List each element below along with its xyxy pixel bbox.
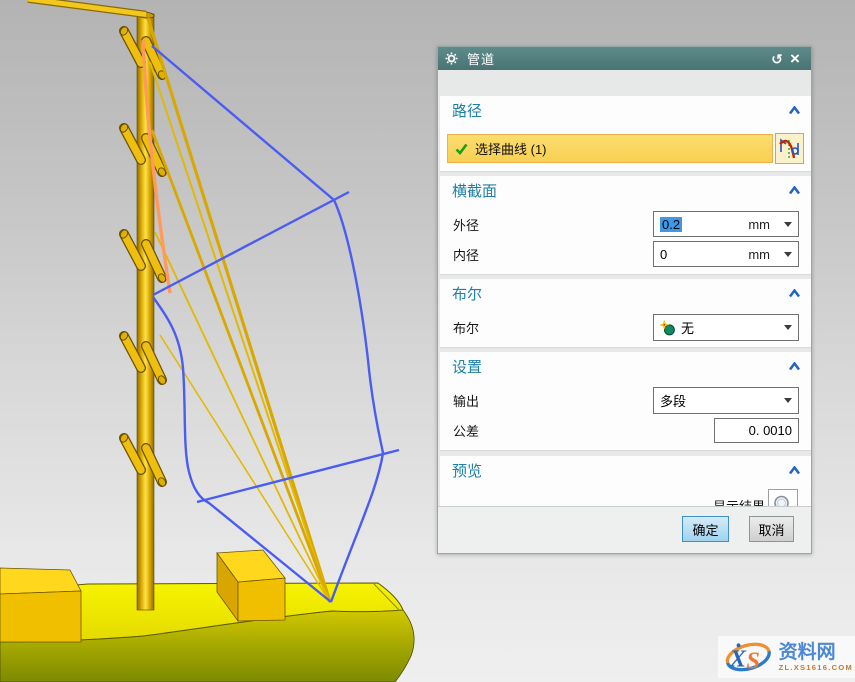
dialog-body: 路径 选择曲线 (1) [438, 70, 811, 505]
section-title: 路径 [452, 100, 482, 121]
section-path: 路径 选择曲线 (1) [440, 96, 811, 172]
yard-spar [28, 0, 146, 15]
tolerance-label: 公差 [453, 418, 479, 443]
section-path-header[interactable]: 路径 [452, 100, 801, 120]
output-row: 输出 多段 [440, 387, 811, 414]
outer-diameter-row: 外径 0.2 mm [440, 211, 811, 237]
curve-rule-icon [778, 136, 801, 161]
section-cross-section-header[interactable]: 横截面 [452, 180, 801, 200]
output-label: 输出 [453, 387, 479, 414]
inner-diameter-label: 内径 [453, 241, 479, 267]
select-curve-row[interactable]: 选择曲线 (1) [447, 134, 773, 163]
watermark-text: 资料网 ZL.XS1616.COM [779, 643, 853, 672]
boolean-dropdown[interactable]: 无 [653, 314, 799, 341]
boolean-row: 布尔 无 [440, 314, 811, 341]
svg-text:X: X [729, 646, 747, 673]
section-boolean-header[interactable]: 布尔 [452, 283, 801, 303]
select-curve-label: 选择曲线 (1) [475, 139, 547, 158]
outer-diameter-unit: mm [748, 217, 770, 232]
section-preview-header[interactable]: 预览 [452, 460, 801, 480]
inner-diameter-input[interactable]: 0 mm [653, 241, 799, 267]
svg-text:S: S [746, 648, 760, 675]
tolerance-value: 0. 0010 [749, 423, 792, 438]
inner-diameter-unit: mm [748, 247, 770, 262]
tolerance-input[interactable]: 0. 0010 [714, 418, 799, 443]
check-icon [455, 143, 468, 155]
section-title: 预览 [452, 460, 482, 481]
inner-diameter-row: 内径 0 mm [440, 241, 811, 267]
section-title: 布尔 [452, 283, 482, 304]
section-settings-header[interactable]: 设置 [452, 356, 801, 376]
section-cross-section: 横截面 外径 0.2 mm 内径 0 mm [440, 176, 811, 275]
pipe-dialog: 管道 ↺ × 路径 选择曲线 (1) [437, 46, 812, 554]
dialog-title: 管道 [467, 49, 495, 68]
rigging-lines [148, 18, 330, 602]
dropdown-arrow-icon[interactable] [784, 325, 792, 330]
tolerance-row: 公差 0. 0010 [440, 418, 811, 443]
dropdown-arrow-icon[interactable] [784, 398, 792, 403]
dropdown-arrow-icon[interactable] [784, 222, 792, 227]
section-title: 横截面 [452, 180, 497, 201]
dropdown-arrow-icon[interactable] [784, 252, 792, 257]
boolean-value: 无 [681, 318, 694, 337]
collapse-chevron-icon [788, 466, 801, 475]
cancel-button[interactable]: 取消 [749, 516, 794, 542]
outer-diameter-label: 外径 [453, 211, 479, 237]
close-icon[interactable]: × [786, 49, 804, 69]
section-title: 设置 [452, 356, 482, 377]
watermark-url: ZL.XS1616.COM [779, 664, 853, 672]
cabin-box-left [0, 568, 81, 642]
sail-outline-curves[interactable] [152, 46, 399, 602]
watermark: X S 资料网 ZL.XS1616.COM [718, 636, 855, 678]
watermark-site-name: 资料网 [779, 643, 836, 662]
section-boolean: 布尔 布尔 无 [440, 279, 811, 348]
ok-button[interactable]: 确定 [682, 516, 729, 542]
collapse-chevron-icon [788, 362, 801, 371]
xs-logo-icon: X S [720, 636, 777, 678]
output-value: 多段 [660, 391, 686, 410]
section-settings: 设置 输出 多段 公差 0. 0010 [440, 352, 811, 451]
outer-diameter-input[interactable]: 0.2 mm [653, 211, 799, 237]
collapse-chevron-icon [788, 186, 801, 195]
dialog-footer: 确定 取消 [438, 506, 811, 553]
collapse-chevron-icon [788, 289, 801, 298]
boolean-none-icon [660, 320, 676, 336]
boolean-label: 布尔 [453, 314, 479, 341]
output-dropdown[interactable]: 多段 [653, 387, 799, 414]
reset-icon[interactable]: ↺ [768, 49, 786, 69]
collapse-chevron-icon [788, 106, 801, 115]
inner-diameter-value: 0 [660, 247, 667, 262]
gear-icon [445, 52, 458, 65]
outer-diameter-value: 0.2 [660, 217, 682, 232]
dialog-titlebar[interactable]: 管道 ↺ × [438, 47, 811, 70]
curve-rule-button[interactable] [775, 133, 804, 164]
